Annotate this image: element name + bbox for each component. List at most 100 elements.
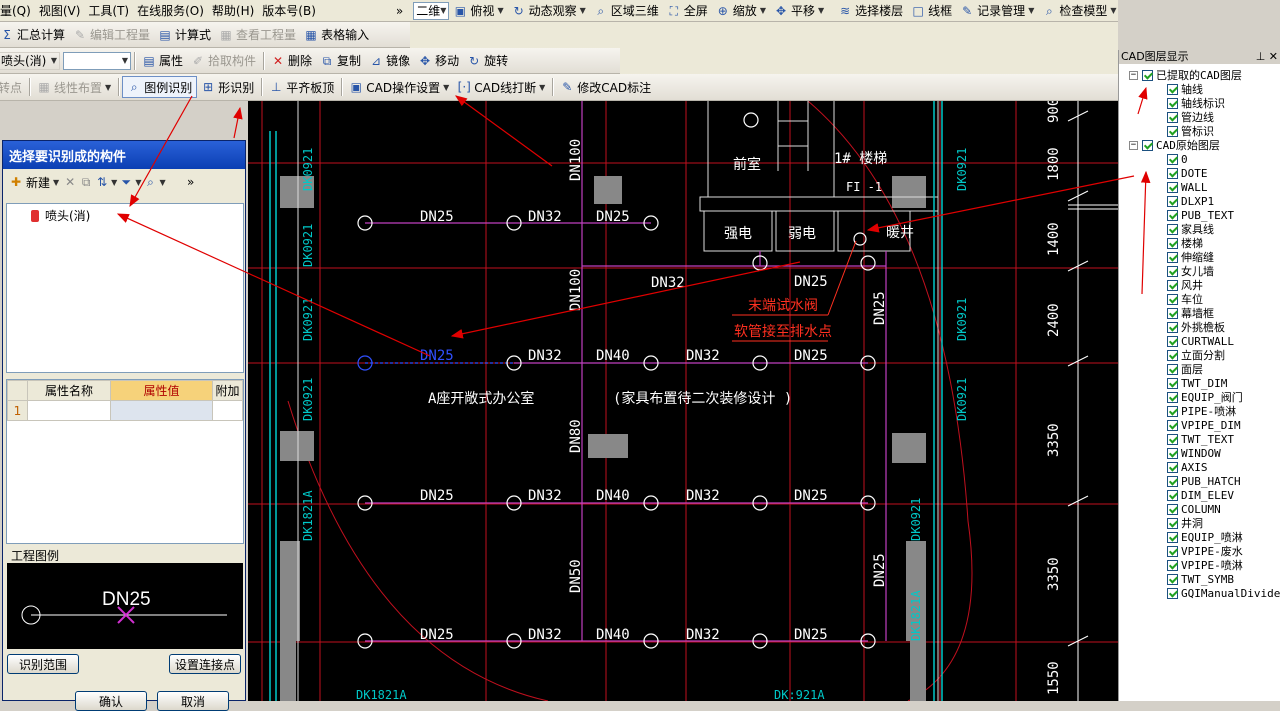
cad-break-button[interactable]: [·] CAD线打断 ▼ — [453, 76, 549, 98]
layer-item[interactable]: 伸缩缝 — [1167, 250, 1214, 264]
checkbox[interactable] — [1167, 587, 1178, 599]
turn-point-button[interactable]: 转点 — [0, 76, 26, 98]
layer-item[interactable]: 轴线标识 — [1167, 96, 1225, 110]
checkbox[interactable] — [1167, 349, 1178, 361]
layer-item[interactable]: 外挑檐板 — [1167, 320, 1225, 334]
legend-recognize-button[interactable]: ⌕ 图例识别 — [122, 76, 198, 98]
top-view-button[interactable]: ▣ 俯视 ▼ — [449, 0, 507, 21]
layer-item[interactable]: TWT_SYMB — [1167, 572, 1234, 586]
layer-item[interactable]: 立面分割 — [1167, 348, 1225, 362]
layer-item[interactable]: WINDOW — [1167, 446, 1221, 460]
checkbox[interactable] — [1167, 195, 1178, 207]
layer-item[interactable]: GQIManualDivideBe — [1167, 586, 1280, 600]
formula-button[interactable]: ▤ 计算式 — [154, 24, 215, 46]
collapse-icon[interactable]: − — [1129, 140, 1138, 150]
layer-item[interactable]: 管标识 — [1167, 124, 1214, 138]
layer-item[interactable]: COLUMN — [1167, 502, 1221, 516]
grid-cell[interactable] — [110, 400, 213, 421]
component-name-select[interactable]: ▼ — [63, 51, 131, 70]
checkbox[interactable] — [1167, 97, 1178, 109]
overflow-chevron-icon[interactable]: » — [184, 175, 198, 189]
move-button[interactable]: ✥ 移动 — [414, 50, 463, 72]
view-mode-select[interactable]: 二维 ▼ — [413, 1, 450, 20]
checkbox[interactable] — [1167, 237, 1178, 249]
menu-online[interactable]: 在线服务(O) — [133, 0, 208, 21]
checkbox[interactable] — [1167, 419, 1178, 431]
layer-group-original[interactable]: − CAD原始图层 — [1129, 138, 1220, 152]
align-slab-button[interactable]: ⊥ 平齐板顶 — [265, 76, 338, 98]
layer-item[interactable]: 井洞 — [1167, 516, 1203, 530]
checkbox[interactable] — [1167, 489, 1178, 501]
region-3d-button[interactable]: ⌕ 区域三维 — [590, 0, 663, 21]
layer-item[interactable]: 管边线 — [1167, 110, 1214, 124]
layer-item[interactable]: DOTE — [1167, 166, 1208, 180]
layer-item[interactable]: PIPE-喷淋 — [1167, 404, 1236, 418]
checkbox[interactable] — [1167, 223, 1178, 235]
check-model-button[interactable]: ⌕ 检查模型 ▼ — [1038, 0, 1118, 21]
layer-item[interactable]: 面层 — [1167, 362, 1203, 376]
grid-cell[interactable] — [212, 400, 243, 421]
checkbox[interactable] — [1167, 475, 1178, 487]
layer-group-extracted[interactable]: − 已提取的CAD图层 — [1129, 68, 1242, 82]
wireframe-button[interactable]: □ 线框 — [907, 0, 956, 21]
delete-icon[interactable]: ✕ — [63, 175, 77, 189]
set-connection-button[interactable]: 设置连接点 — [169, 654, 241, 674]
layer-item[interactable]: DIM_ELEV — [1167, 488, 1234, 502]
checkbox[interactable] — [1167, 447, 1178, 459]
table-input-button[interactable]: ▦ 表格输入 — [300, 24, 373, 46]
layer-item[interactable]: PUB_TEXT — [1167, 208, 1234, 222]
edit-quantity-button[interactable]: ✎ 编辑工程量 — [69, 24, 154, 46]
layer-item[interactable]: DLXP1 — [1167, 194, 1214, 208]
checkbox[interactable] — [1167, 531, 1178, 543]
checkbox[interactable] — [1167, 111, 1178, 123]
recognize-range-button[interactable]: 识别范围 — [7, 654, 79, 674]
checkbox[interactable] — [1167, 279, 1178, 291]
ok-button[interactable]: 确认 — [75, 691, 147, 711]
layer-item[interactable]: AXIS — [1167, 460, 1208, 474]
checkbox[interactable] — [1167, 181, 1178, 193]
layer-item[interactable]: 楼梯 — [1167, 236, 1203, 250]
overflow-chevron-icon[interactable]: » — [392, 0, 407, 21]
summary-calc-button[interactable]: Σ 汇总计算 — [0, 24, 69, 46]
checkbox[interactable] — [1167, 335, 1178, 347]
checkbox[interactable] — [1167, 209, 1178, 221]
checkbox[interactable] — [1167, 503, 1178, 515]
checkbox[interactable] — [1142, 69, 1153, 81]
layer-item[interactable]: 轴线 — [1167, 82, 1203, 96]
pan-button[interactable]: ✥ 平移 ▼ — [770, 0, 828, 21]
checkbox[interactable] — [1167, 293, 1178, 305]
checkbox[interactable] — [1167, 321, 1178, 333]
checkbox[interactable] — [1167, 307, 1178, 319]
edit-cad-dim-button[interactable]: ✎ 修改CAD标注 — [556, 76, 655, 98]
view-quantity-button[interactable]: ▦ 查看工程量 — [215, 24, 300, 46]
menu-help[interactable]: 帮助(H) — [208, 0, 258, 21]
checkbox[interactable] — [1167, 405, 1178, 417]
component-type-select[interactable]: 喷头(消) ▼ — [0, 51, 60, 70]
menu-view[interactable]: 视图(V) — [35, 0, 85, 21]
layer-item[interactable]: PUB_HATCH — [1167, 474, 1241, 488]
checkbox[interactable] — [1167, 377, 1178, 389]
tree-item[interactable]: 喷头(消) — [7, 204, 243, 224]
shape-recognize-button[interactable]: ⊞ 形识别 — [197, 76, 258, 98]
close-icon[interactable]: ✕ — [1269, 50, 1278, 63]
layer-item[interactable]: WALL — [1167, 180, 1208, 194]
zoom-button[interactable]: ⊕ 缩放 ▼ — [712, 0, 770, 21]
sort-icon[interactable]: ⇅ — [95, 175, 109, 189]
checkbox[interactable] — [1142, 139, 1153, 151]
checkbox[interactable] — [1167, 573, 1178, 585]
menu-quantity[interactable]: 量(Q) — [0, 0, 35, 21]
checkbox[interactable] — [1167, 167, 1178, 179]
collapse-icon[interactable]: − — [1129, 70, 1138, 80]
record-button[interactable]: ✎ 记录管理 ▼ — [956, 0, 1038, 21]
checkbox[interactable] — [1167, 363, 1178, 375]
layer-item[interactable]: 风井 — [1167, 278, 1203, 292]
new-button[interactable]: ✚ 新建 ▼ — [7, 171, 61, 193]
mirror-button[interactable]: ⊿ 镜像 — [365, 50, 414, 72]
find-icon[interactable]: ⌕ — [143, 175, 157, 189]
checkbox[interactable] — [1167, 153, 1178, 165]
orbit-button[interactable]: ↻ 动态观察 ▼ — [508, 0, 590, 21]
filter-icon[interactable]: ⏷ — [119, 175, 133, 189]
checkbox[interactable] — [1167, 545, 1178, 557]
layer-item[interactable]: EQUIP_阀门 — [1167, 390, 1243, 404]
layer-item[interactable]: 家具线 — [1167, 222, 1214, 236]
